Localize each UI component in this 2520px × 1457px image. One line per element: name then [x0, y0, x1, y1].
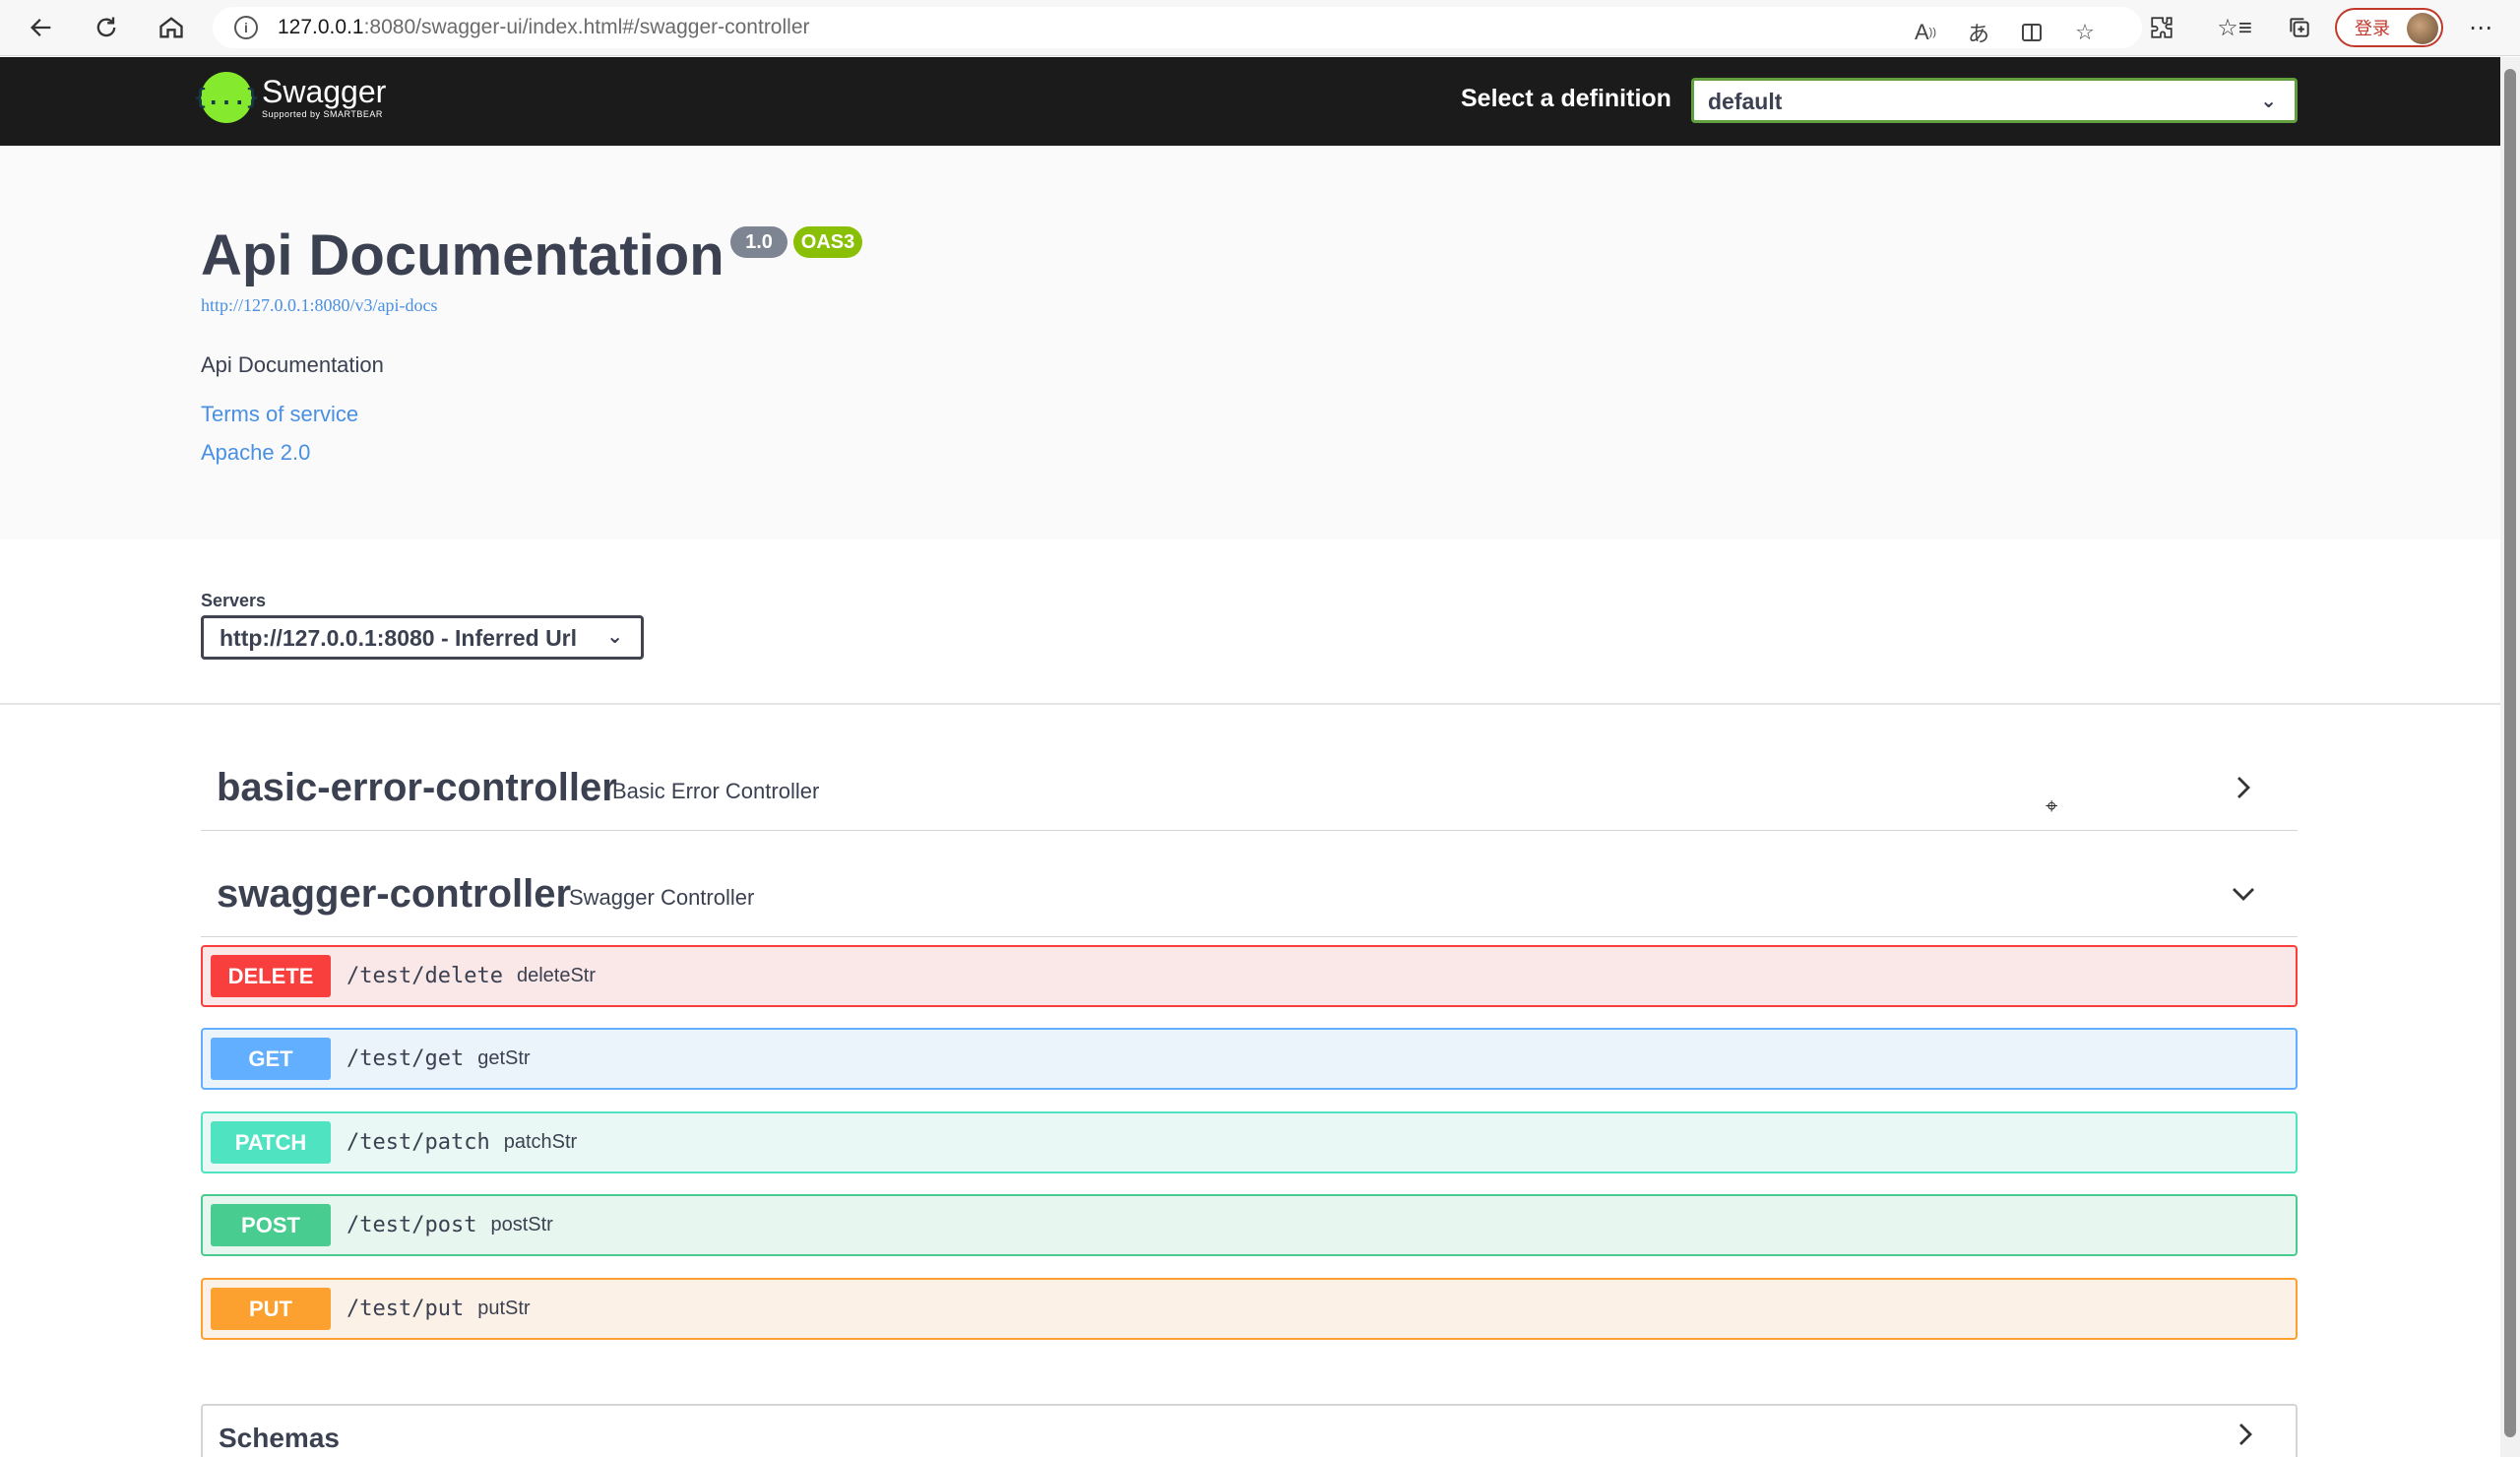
- more-icon[interactable]: ⋯: [2465, 12, 2496, 43]
- collections-icon[interactable]: [2284, 12, 2315, 43]
- cursor-icon: ⌖: [2046, 793, 2058, 818]
- version-badge: 1.0: [730, 226, 788, 258]
- page-title: Api Documentation: [201, 223, 724, 287]
- method-badge: PUT: [211, 1288, 331, 1330]
- read-aloud-icon[interactable]: A)): [1912, 19, 1939, 46]
- schemas-label: Schemas: [219, 1423, 340, 1453]
- operation-post[interactable]: POST /test/post postStr: [201, 1194, 2298, 1256]
- tag-description: Basic Error Controller: [612, 779, 820, 803]
- operation-delete[interactable]: DELETE /test/delete deleteStr: [201, 945, 2298, 1007]
- operation-path: /test/patch: [346, 1130, 490, 1155]
- spec-url-link[interactable]: http://127.0.0.1:8080/v3/api-docs: [201, 295, 438, 316]
- operation-summary: getStr: [477, 1047, 531, 1069]
- definition-label: Select a definition: [1461, 85, 1671, 112]
- method-badge: DELETE: [211, 955, 331, 997]
- swagger-logo-icon: {...}: [194, 72, 259, 123]
- swagger-topbar: {...} Swagger Supported by SMARTBEAR Sel…: [0, 57, 2500, 146]
- login-button[interactable]: 登录: [2335, 8, 2443, 47]
- definition-select[interactable]: default ⌄: [1691, 78, 2298, 123]
- chevron-down-icon: [2233, 888, 2254, 901]
- extensions-icon[interactable]: [2146, 12, 2177, 43]
- api-description: Api Documentation: [201, 352, 384, 377]
- address-bar[interactable]: i 127.0.0.1:8080/swagger-ui/index.html#/…: [213, 7, 2142, 48]
- definition-value: default: [1708, 89, 1783, 114]
- operation-summary: patchStr: [503, 1131, 578, 1153]
- scrollbar-thumb[interactable]: [2504, 69, 2516, 1437]
- logo-subtitle: Supported by SMARTBEAR: [262, 109, 383, 119]
- swagger-logo[interactable]: {...} Swagger Supported by SMARTBEAR: [194, 72, 387, 123]
- favorites-icon[interactable]: ☆≡: [2217, 12, 2252, 43]
- operation-path: /test/get: [346, 1046, 465, 1071]
- operation-put[interactable]: PUT /test/put putStr: [201, 1278, 2298, 1340]
- avatar: [2407, 13, 2438, 44]
- servers-value: http://127.0.0.1:8080 - Inferred Url: [220, 625, 578, 651]
- tag-swagger-controller[interactable]: swagger-controller Swagger Controller: [201, 835, 2298, 937]
- license-link[interactable]: Apache 2.0: [201, 440, 310, 466]
- browser-toolbar: i 127.0.0.1:8080/swagger-ui/index.html#/…: [0, 0, 2520, 56]
- operation-path: /test/put: [346, 1297, 465, 1321]
- tag-name: swagger-controller: [217, 872, 572, 916]
- chevron-down-icon: ⌄: [606, 626, 623, 648]
- favorite-add-icon[interactable]: ☆: [2071, 19, 2099, 46]
- chevron-right-icon: [2239, 1424, 2252, 1445]
- operation-summary: deleteStr: [516, 965, 597, 986]
- home-icon[interactable]: [150, 6, 193, 49]
- chevron-down-icon: ⌄: [2260, 91, 2277, 112]
- info-icon[interactable]: i: [234, 16, 258, 39]
- operation-get[interactable]: GET /test/get getStr: [201, 1028, 2298, 1090]
- logo-title: Swagger: [262, 74, 387, 109]
- operation-path: /test/delete: [346, 964, 503, 988]
- scrollbar[interactable]: [2500, 57, 2520, 1457]
- terms-link[interactable]: Terms of service: [201, 402, 358, 427]
- translate-icon[interactable]: あ: [1965, 19, 1992, 46]
- chevron-right-icon: [2237, 777, 2250, 798]
- back-icon[interactable]: [20, 6, 63, 49]
- method-badge: PATCH: [211, 1121, 331, 1164]
- operation-patch[interactable]: PATCH /test/patch patchStr: [201, 1111, 2298, 1173]
- divider: [0, 703, 2500, 705]
- operation-summary: postStr: [490, 1214, 553, 1235]
- operation-path: /test/post: [346, 1213, 477, 1237]
- url-text: 127.0.0.1:8080/swagger-ui/index.html#/sw…: [278, 16, 810, 38]
- tag-description: Swagger Controller: [569, 885, 755, 910]
- servers-label: Servers: [201, 591, 267, 610]
- method-badge: GET: [211, 1038, 331, 1080]
- servers-select[interactable]: http://127.0.0.1:8080 - Inferred Url ⌄: [201, 615, 644, 660]
- method-badge: POST: [211, 1204, 331, 1246]
- operation-summary: putStr: [477, 1298, 531, 1319]
- split-screen-icon[interactable]: [2018, 19, 2046, 46]
- refresh-icon[interactable]: [85, 6, 128, 49]
- tag-name: basic-error-controller: [217, 766, 617, 809]
- oas-badge: OAS3: [793, 226, 862, 258]
- info-section: Api Documentation 1.0 OAS3 http://127.0.…: [0, 146, 2500, 539]
- login-label: 登录: [2355, 19, 2390, 38]
- schemas-section[interactable]: Schemas: [201, 1404, 2298, 1457]
- tag-basic-error-controller[interactable]: basic-error-controller Basic Error Contr…: [201, 728, 2298, 831]
